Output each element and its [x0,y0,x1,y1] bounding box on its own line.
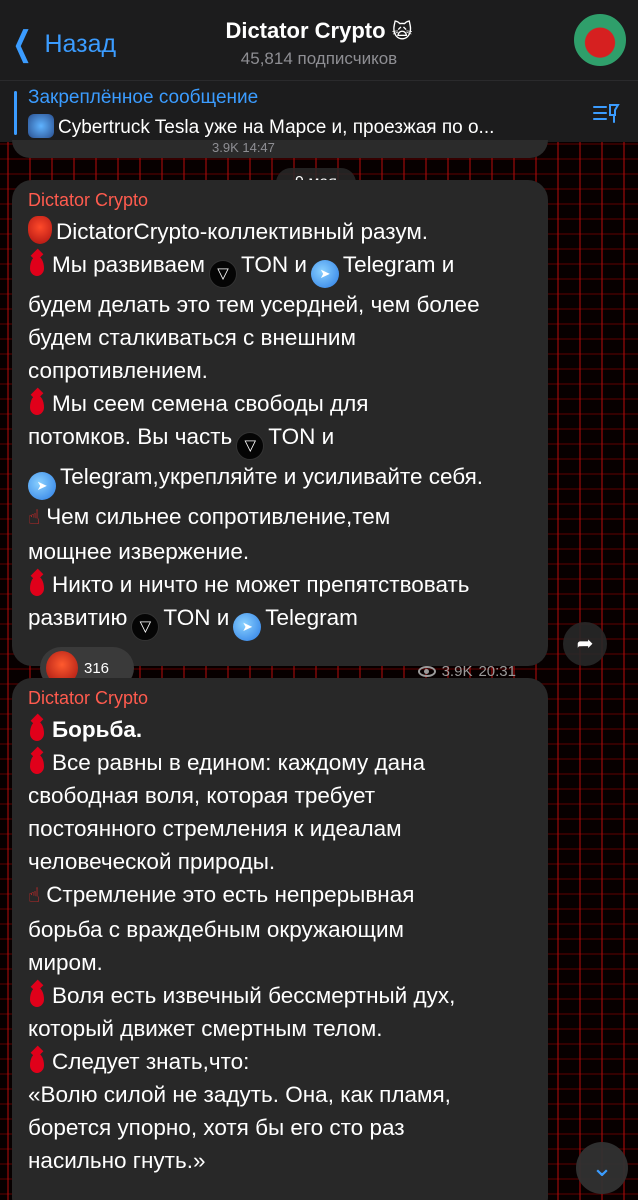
text-line: DictatorCrypto-коллективный разум. [28,215,532,248]
text-line: борется упорно, хотя бы его сто раз [28,1115,405,1140]
chat-header: ❮ Назад Dictator Crypto 🙀 45,814 подписч… [0,0,638,80]
pinned-list-icon[interactable] [592,101,620,125]
telegram-icon: ➤ [28,472,56,500]
message-bubble[interactable]: Dictator Crypto DictatorCrypto-коллектив… [12,180,548,689]
text-span: TON и [268,424,335,449]
message-author: Dictator Crypto [28,190,149,210]
ton-icon: ▽ [236,432,265,460]
text-span: Telegram и [342,252,455,277]
channel-title-text: Dictator Crypto [225,18,386,43]
ton-icon: ▽ [131,613,160,641]
pinned-thumbnail [28,114,54,138]
scroll-down-button[interactable]: ⌄ [576,1142,628,1194]
text-span: потомков. Вы часть [28,424,233,449]
text-span: развитию [28,605,128,630]
text-line: Мы сеем семена свободы для [28,387,532,420]
share-arrow-icon[interactable]: ➦ [563,622,607,666]
text-line: ➤ Telegram,укрепляйте и усиливайте себя. [28,460,532,500]
chevron-left-icon: ❮ [12,25,33,63]
blood-drop-icon [30,576,44,596]
pinned-text-row: Cybertruck Tesla уже на Марсе и, проезжа… [28,114,578,139]
text-line: человеческой природы. [28,849,276,874]
channel-title-block[interactable]: Dictator Crypto 🙀 45,814 подписчиков [150,18,488,69]
text-line: борьба с враждебным окружающим [28,917,405,942]
pointing-finger-icon: ☝ [28,507,41,529]
text-line: ☝ Стремление это есть непрерывная [28,878,532,913]
text-line: развитию ▽ TON и ➤ Telegram [28,601,532,641]
text-span: TON и [240,252,307,277]
blood-drop-icon [30,754,44,774]
blood-drop-icon [30,395,44,415]
text-span: Борьба. [52,717,143,742]
devil-emoji-icon [28,216,52,244]
telegram-icon: ➤ [310,260,339,288]
message-author: Dictator Crypto [28,688,149,708]
chevron-down-icon: ⌄ [591,1152,613,1182]
blood-drop-icon [30,256,44,276]
pointing-finger-icon: ☝ [28,885,41,907]
text-span: Мы развиваем [52,252,205,277]
text-line: свободная воля, которая требует [28,783,376,808]
text-span: TON и [163,605,230,630]
back-label: Назад [44,29,117,58]
pinned-text: Cybertruck Tesla уже на Марсе и, проезжа… [58,117,495,138]
text-line: потомков. Вы часть ▽ TON и [28,420,532,460]
text-line: будем сталкиваться с внешним [28,325,356,350]
ton-icon: ▽ [208,260,237,288]
text-line: постоянного стремления к идеалам [28,816,402,841]
text-line: насильно гнуть.» [28,1148,206,1173]
pinned-indicator [14,91,17,135]
pinned-label: Закреплённое сообщение [28,87,259,108]
text-span: Telegram,укрепляйте и усиливайте себя. [60,464,484,489]
channel-avatar[interactable] [572,12,628,68]
text-line: Никто и ничто не может препятствовать [28,568,532,601]
reaction-count: 316 [84,659,110,677]
text-span: Никто и ничто не может препятствовать [52,572,470,597]
text-line: ☝ Чем сильнее сопротивление,тем [28,500,532,535]
message-bubble[interactable]: Dictator Crypto Борьба. Все равны в един… [12,678,548,1200]
text-span: Все равны в едином: каждому дана [52,750,426,775]
back-button[interactable]: ❮ Назад [8,24,116,64]
telegram-icon: ➤ [233,613,262,641]
text-line: миром. [28,950,103,975]
blood-drop-icon [30,721,44,741]
previous-message-meta: 3.9K 14:47 [212,140,275,155]
subscriber-count: 45,814 подписчиков [240,49,398,68]
text-span: DictatorCrypto-коллективный разум. [56,219,429,244]
text-span: Следует знать,что: [52,1049,250,1074]
text-line: Воля есть извечный бессмертный дух, [28,979,532,1012]
text-line: Мы развиваем ▽ TON и ➤ Telegram и [28,248,532,288]
text-span: Воля есть извечный бессмертный дух, [52,983,456,1008]
text-line: «Волю силой не задуть. Она, как пламя, [28,1082,451,1107]
text-span: Стремление это есть непрерывная [46,882,415,907]
text-line: сопротивлением. [28,358,208,383]
text-span: Чем сильнее сопротивление,тем [46,504,391,529]
blood-drop-icon [30,1053,44,1073]
blood-drop-icon [30,987,44,1007]
text-span: Мы сеем семена свободы для [52,391,369,416]
views-eye-icon [417,666,436,677]
text-span: Telegram [265,605,358,630]
text-line: Следует знать,что: [28,1045,532,1078]
title-emoji: 🙀 [391,21,413,43]
previous-message-tail: 3.9K 14:47 [12,140,548,158]
text-line: Все равны в едином: каждому дана [28,746,532,779]
message-text: DictatorCrypto-коллективный разум. Мы ра… [28,215,532,641]
text-line: который движет смертным телом. [28,1016,383,1041]
text-line: мощнее извержение. [28,539,250,564]
message-text: Борьба. Все равны в едином: каждому дана… [28,713,532,1177]
text-line: будем делать это тем усердней, чем более [28,292,480,317]
pinned-message-bar[interactable]: Закреплённое сообщение Cybertruck Tesla … [0,80,638,142]
channel-title: Dictator Crypto 🙀 [150,18,488,44]
text-line: Борьба. [28,713,532,746]
